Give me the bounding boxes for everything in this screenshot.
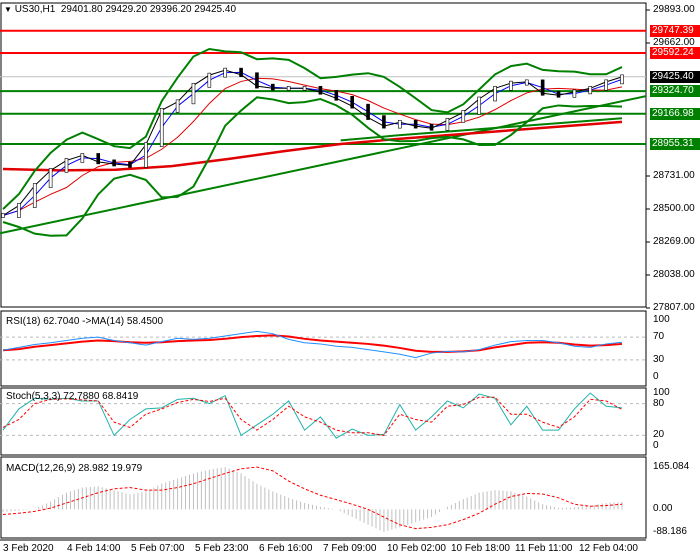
candle [112,159,116,167]
price-axis-label: 27807.00 [653,302,695,313]
candle [350,95,354,109]
candle [493,85,497,102]
candle [397,119,402,129]
candle [239,67,243,78]
candle [223,67,228,78]
stoch-axis-label: 0 [653,440,659,451]
candle [144,142,148,168]
price-tag-resistance: 29592.24 [650,46,700,59]
price-axis-label: 28731.00 [653,170,695,181]
candle [540,79,545,96]
candle [96,153,101,165]
ohlc-values: 29401.80 29429.20 29396.20 29425.40 [60,4,237,15]
ma-slow-line [2,120,623,172]
stoch-d-line [2,396,623,436]
candle [366,103,370,120]
time-axis-label: 11 Feb 11:00 [515,543,573,554]
candle [334,89,339,101]
stoch-title: Stoch(5,3,3) 72.7880 68.8419 [6,391,139,402]
trendline-support [0,95,647,235]
candle [509,80,513,91]
candle [556,90,561,98]
candle [382,115,386,129]
candle [271,83,275,91]
time-axis-label: 5 Feb 07:00 [131,543,185,554]
candle [255,72,259,89]
candle [477,96,481,115]
macd-signal-line [2,466,623,530]
stoch-axis-label: 80 [653,397,665,409]
price-tag-resistance: 29747.39 [650,24,700,37]
time-axis-label: 10 Feb 18:00 [451,543,510,554]
candle [1,213,5,218]
price-axis-label: 28269.00 [653,236,695,247]
stoch-axis-label: 100 [653,387,670,398]
candle [461,109,466,123]
time-axis-label: 7 Feb 09:00 [323,543,377,554]
time-axis-label: 5 Feb 23:00 [195,543,249,554]
rsi-axis-label: 0 [653,371,659,382]
candle [159,107,164,148]
macd-axis-label: -88.186 [653,526,687,537]
time-axis-label: 4 Feb 14:00 [67,543,121,554]
rsi-axis-label: 70 [653,331,665,343]
candle [175,99,180,113]
stoch-axis-label: 20 [653,429,665,441]
price-axis-label: 28038.00 [653,269,695,280]
candle [286,85,291,91]
candle [80,153,85,163]
candle [604,79,608,91]
price-axis-label: 29893.00 [653,4,695,15]
candle [572,89,577,98]
candle [318,85,323,95]
price-tag-current: 29425.40 [650,70,700,83]
candle [128,161,132,168]
macd-axis-label: 165.084 [653,461,690,472]
candle [302,85,307,91]
candle [32,183,37,208]
chart-window: ▼ US30,H1 29401.80 29429.20 29396.20 294… [0,0,700,560]
rsi-line [2,330,623,359]
candle [17,203,21,218]
rsi-axis-label: 30 [653,353,665,365]
macd-axis-label: 0.00 [653,503,673,515]
candle [429,123,434,131]
candle [64,158,69,173]
price-tag-support: 29324.70 [650,85,700,98]
candle [48,168,53,188]
candle [413,119,418,129]
rsi-axis-label: 100 [653,314,670,325]
symbol-label: US30,H1 [14,4,56,15]
price-tag-support: 29166.98 [650,107,700,120]
candle [588,85,593,95]
time-axis-label: 12 Feb 04:00 [579,543,638,554]
candle [620,74,624,85]
candle [524,79,529,86]
candle [207,72,212,88]
price-tag-support: 28955.31 [650,137,700,150]
candle [191,82,196,105]
candle [445,117,450,131]
time-axis-label: 3 Feb 2020 [3,543,54,554]
macd-title: MACD(12,26,9) 28.982 19.979 [6,463,143,474]
chart-canvas [0,2,650,541]
dropdown-triangle-icon[interactable]: ▼ [4,5,12,14]
time-axis-label: 6 Feb 16:00 [259,543,313,554]
chart-title: ▼ US30,H1 29401.80 29429.20 29396.20 294… [4,4,236,15]
rsi-title: RSI(18) 62.7040 ->MA(14) 58.4500 [6,316,164,327]
time-axis-label: 10 Feb 02:00 [387,543,446,554]
price-axis-label: 28500.00 [653,203,695,214]
